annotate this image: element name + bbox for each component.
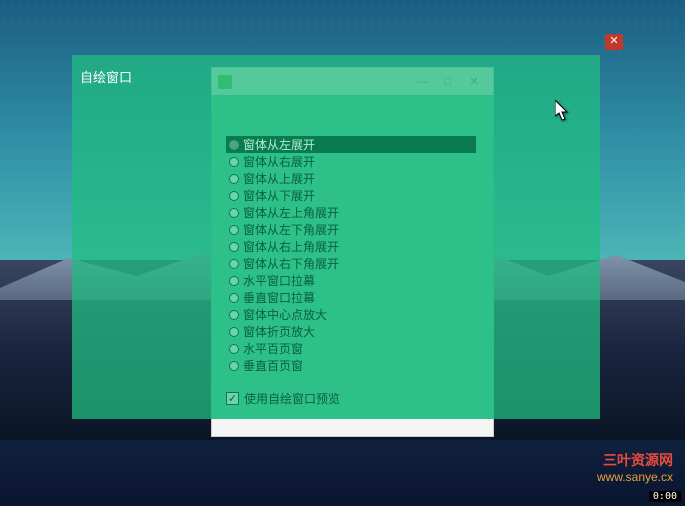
radio-icon [229,327,239,337]
animation-option-label: 窗体从左下角展开 [243,221,339,238]
watermark-url: www.sanye.cx [597,470,673,484]
radio-icon [229,276,239,286]
radio-icon [229,174,239,184]
radio-icon [229,259,239,269]
animation-option-label: 窗体从左展开 [243,136,315,153]
animation-option[interactable]: 垂直百页窗 [226,357,476,374]
animation-option[interactable]: 窗体折页放大 [226,323,476,340]
overlay-title: 自绘窗口 [72,55,600,86]
animation-option[interactable]: 窗体从左上角展开 [226,204,476,221]
radio-icon [229,225,239,235]
preview-checkbox-row[interactable]: ✓ 使用自绘窗口预览 [226,390,476,407]
animation-option[interactable]: 窗体从上展开 [226,170,476,187]
animation-option[interactable]: 窗体从左下角展开 [226,221,476,238]
radio-icon [229,293,239,303]
animation-option[interactable]: 垂直窗口拉幕 [226,289,476,306]
watermark-title: 三叶资源网 [597,450,673,470]
animation-option[interactable]: 窗体从右展开 [226,153,476,170]
radio-icon [229,157,239,167]
radio-icon [229,191,239,201]
animation-option[interactable]: 水平百页窗 [226,340,476,357]
animation-option-label: 窗体从上展开 [243,170,315,187]
animation-option-label: 垂直百页窗 [243,357,303,374]
animation-option-label: 水平窗口拉幕 [243,272,315,289]
radio-icon [229,242,239,252]
animation-option[interactable]: 水平窗口拉幕 [226,272,476,289]
animation-option[interactable]: 窗体从下展开 [226,187,476,204]
watermark: 三叶资源网 www.sanye.cx [597,450,673,484]
animation-option[interactable]: 窗体中心点放大 [226,306,476,323]
animation-option-label: 窗体折页放大 [243,323,315,340]
radio-icon [229,344,239,354]
animation-option-label: 窗体从右展开 [243,153,315,170]
animation-option-label: 窗体中心点放大 [243,306,327,323]
recording-timer: 0:00 [649,491,681,502]
animation-option[interactable]: 窗体从右下角展开 [226,255,476,272]
desktop-close-button[interactable]: ✕ [605,34,623,50]
animation-option-label: 垂直窗口拉幕 [243,289,315,306]
radio-icon [229,140,239,150]
radio-icon [229,208,239,218]
desktop-wallpaper: ✕ — □ ✕ 自绘窗口 窗体从左展开窗体从右展开窗体从上展开窗体从下展开窗体从… [0,0,685,506]
animation-option-label: 窗体从左上角展开 [243,204,339,221]
animation-option-label: 窗体从右下角展开 [243,255,339,272]
radio-icon [229,310,239,320]
animation-option-label: 窗体从下展开 [243,187,315,204]
animation-option[interactable]: 窗体从左展开 [226,136,476,153]
animation-option-label: 水平百页窗 [243,340,303,357]
radio-icon [229,361,239,371]
animation-option-label: 窗体从右上角展开 [243,238,339,255]
animation-options: 窗体从左展开窗体从右展开窗体从上展开窗体从下展开窗体从左上角展开窗体从左下角展开… [226,136,476,407]
preview-checkbox-label: 使用自绘窗口预览 [244,390,340,407]
preview-checkbox[interactable]: ✓ [226,392,239,405]
animation-option[interactable]: 窗体从右上角展开 [226,238,476,255]
